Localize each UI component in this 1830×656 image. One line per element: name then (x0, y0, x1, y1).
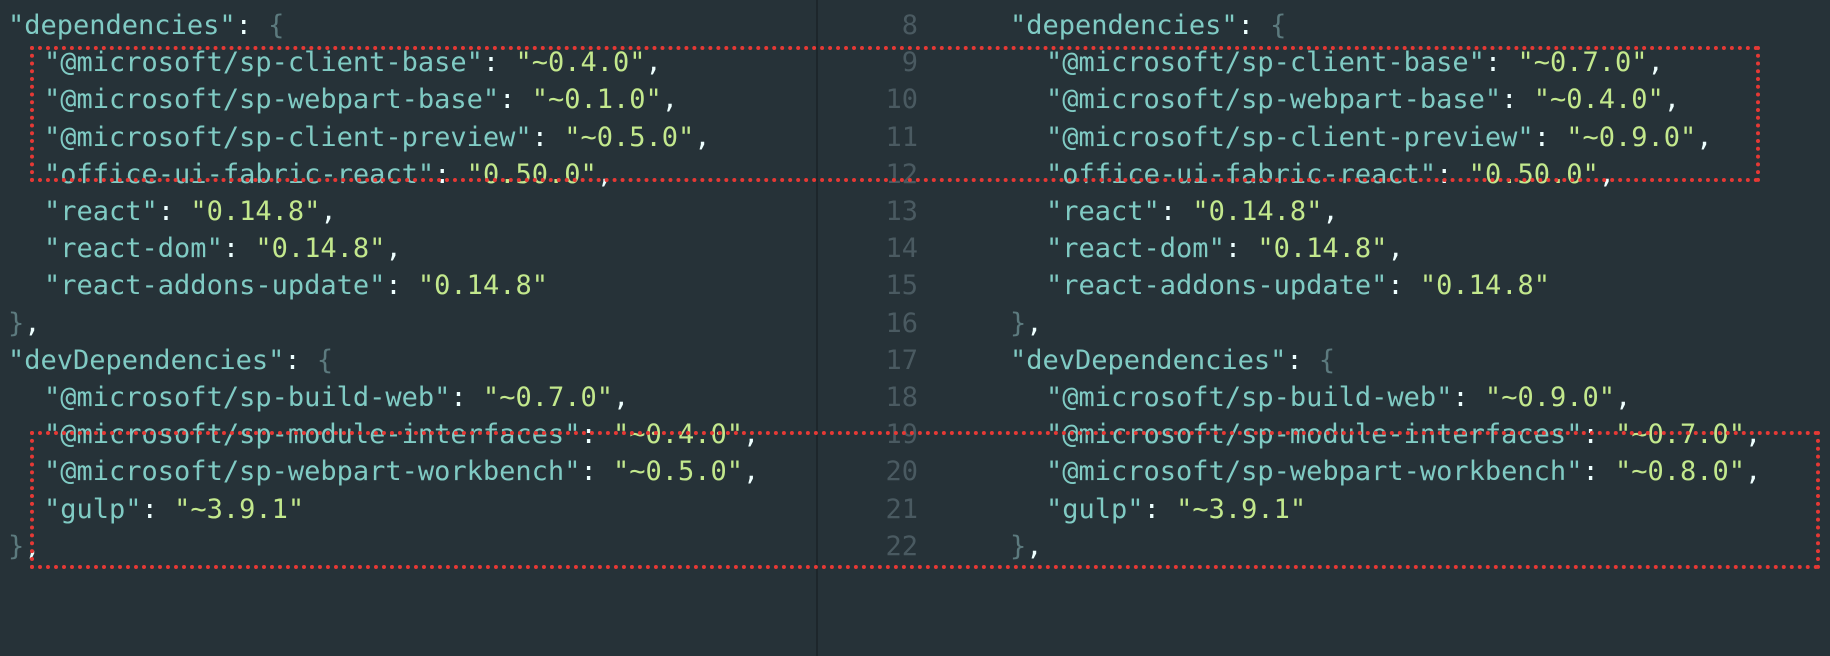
json-value: ~0.9.0 (1582, 121, 1681, 153)
json-value: ~0.9.0 (1501, 382, 1599, 413)
json-comma: , (1745, 419, 1762, 451)
json-value: 0.14.8 (1208, 196, 1307, 227)
json-comma: , (1387, 233, 1404, 265)
json-key: react (60, 196, 142, 227)
json-key: @microsoft/sp-module-interfaces (60, 419, 565, 451)
json-key: dependencies (24, 10, 220, 41)
json-comma: , (1615, 382, 1632, 413)
json-value: ~0.8.0 (1631, 456, 1729, 488)
json-comma: , (1696, 121, 1713, 153)
json-value: ~0.1.0 (547, 84, 646, 116)
json-value: 0.14.8 (206, 196, 305, 227)
json-comma: , (24, 530, 41, 562)
code-text: }, (1010, 525, 1043, 569)
json-key: office-ui-fabric-react (1062, 158, 1420, 190)
json-key: devDependencies (24, 344, 269, 376)
code-line[interactable]: "gulp": "~3.9.1" (0, 488, 304, 532)
json-value: ~0.7.0 (499, 382, 597, 413)
json-value: ~0.5.0 (580, 121, 679, 153)
json-key: @microsoft/sp-client-preview (1062, 121, 1518, 153)
json-brace: { (316, 344, 334, 376)
json-brace: { (1270, 10, 1287, 41)
json-brace: { (268, 10, 285, 41)
json-key: react-addons-update (60, 270, 370, 302)
json-brace: } (1010, 307, 1027, 339)
json-comma: , (1322, 196, 1339, 227)
json-key: @microsoft/sp-webpart-base (60, 84, 483, 116)
json-comma: , (24, 307, 41, 339)
json-brace: { (1318, 344, 1336, 376)
json-key: react-addons-update (1062, 270, 1372, 302)
json-key: office-ui-fabric-react (60, 158, 418, 190)
json-comma: , (1026, 307, 1043, 339)
json-comma: , (320, 196, 337, 227)
json-key: gulp (60, 493, 126, 525)
json-comma: , (1598, 158, 1616, 190)
json-value: ~3.9.1 (1192, 493, 1290, 525)
json-key: @microsoft/sp-client-base (60, 47, 467, 79)
code-line[interactable]: "react-addons-update": "0.14.8" (0, 264, 548, 308)
json-key: dependencies (1026, 10, 1222, 41)
json-value: ~0.4.0 (1549, 84, 1648, 116)
json-value: ~0.7.0 (1631, 419, 1729, 451)
json-key: gulp (1062, 493, 1128, 525)
json-key: @microsoft/sp-webpart-workbench (60, 456, 565, 488)
json-key: @microsoft/sp-module-interfaces (1062, 419, 1567, 451)
json-key: react (1062, 196, 1144, 227)
json-value: 0.14.8 (434, 270, 532, 302)
json-key: @microsoft/sp-webpart-base (1062, 84, 1485, 116)
code-line[interactable]: }, (0, 525, 41, 569)
json-comma: , (613, 382, 630, 413)
json-value: ~0.7.0 (1533, 47, 1632, 79)
json-comma: , (743, 419, 760, 451)
code-line[interactable]: 22}, (818, 525, 1830, 569)
json-key: @microsoft/sp-client-preview (60, 121, 516, 153)
json-value: ~0.5.0 (629, 456, 727, 488)
json-comma: , (1026, 530, 1043, 562)
json-brace: } (8, 307, 25, 339)
json-key: devDependencies (1026, 344, 1271, 376)
json-key: @microsoft/sp-webpart-workbench (1062, 456, 1567, 488)
json-value: 0.14.8 (271, 233, 370, 265)
json-value: 0.50.0 (482, 158, 581, 190)
right-code-pane[interactable]: 8 "dependencies": {9 "@microsoft/sp-client… (818, 0, 1830, 656)
json-key: @microsoft/sp-client-base (1062, 47, 1469, 79)
json-key: @microsoft/sp-build-web (60, 382, 435, 413)
json-comma: , (385, 233, 402, 265)
json-value: ~0.4.0 (531, 47, 630, 79)
json-comma: , (694, 121, 711, 153)
json-comma: , (1663, 84, 1681, 116)
json-key: react-dom (1062, 233, 1209, 265)
json-comma: , (645, 47, 662, 79)
json-key: @microsoft/sp-build-web (1062, 382, 1437, 413)
json-comma: , (661, 84, 679, 116)
json-brace: } (1010, 530, 1027, 562)
json-value: 0.14.8 (1273, 233, 1372, 265)
json-comma: , (743, 456, 760, 488)
json-comma: , (1647, 47, 1664, 79)
json-value: ~0.4.0 (629, 419, 727, 451)
line-number: 22 (885, 530, 918, 562)
json-comma: , (1745, 456, 1762, 488)
json-key: react-dom (60, 233, 207, 265)
left-code-pane[interactable]: "dependencies": {"@microsoft/sp-client-b… (0, 0, 816, 656)
json-brace: } (8, 530, 25, 562)
diff-editor: "dependencies": {"@microsoft/sp-client-b… (0, 0, 1830, 656)
json-value: 0.14.8 (1436, 270, 1534, 302)
json-value: 0.50.0 (1484, 158, 1583, 190)
json-comma: , (596, 158, 614, 190)
json-value: ~3.9.1 (190, 493, 288, 525)
